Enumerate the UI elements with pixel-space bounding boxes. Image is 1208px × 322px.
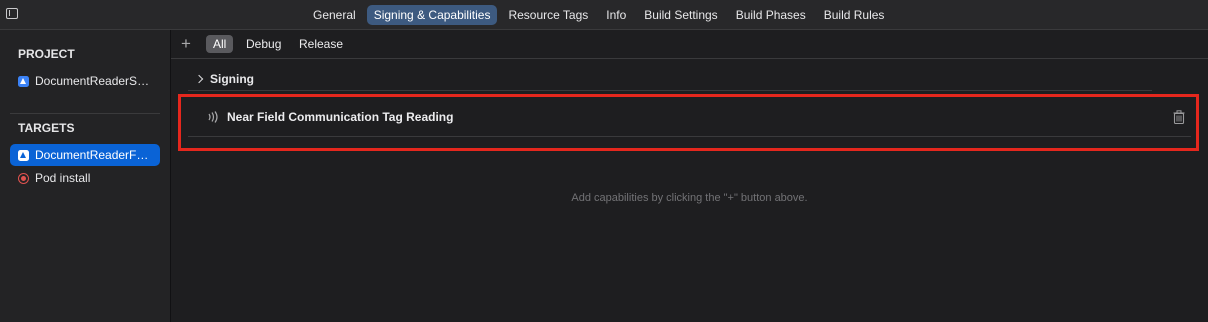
targets-section-header: TARGETS (18, 121, 75, 135)
sidebar-item-target-pod-install[interactable]: Pod install (10, 167, 160, 189)
capability-label: Near Field Communication Tag Reading (227, 110, 454, 124)
chevron-right-icon (194, 74, 204, 83)
sidebar-item-label: DocumentReaderFull... (35, 148, 155, 162)
capability-divider (188, 136, 1191, 137)
app-icon (18, 149, 29, 161)
project-section-header: PROJECT (18, 47, 75, 61)
signing-section-header[interactable]: Signing (194, 70, 254, 88)
tab-build-settings[interactable]: Build Settings (637, 5, 724, 25)
section-divider (188, 90, 1152, 91)
config-debug[interactable]: Debug (239, 35, 288, 53)
empty-capabilities-hint: Add capabilities by clicking the "+" but… (571, 192, 808, 204)
sidebar-item-label: DocumentReaderSwi... (35, 74, 155, 88)
capability-nfc-tag-reading[interactable]: Near Field Communication Tag Reading (206, 109, 453, 125)
configuration-bar: + All Debug Release (171, 30, 1208, 59)
sidebar-item-project[interactable]: DocumentReaderSwi... (10, 70, 160, 92)
config-all[interactable]: All (206, 35, 234, 53)
tab-info[interactable]: Info (599, 5, 633, 25)
config-release[interactable]: Release (292, 35, 350, 53)
sidebar-toggle-icon[interactable] (6, 8, 18, 19)
signing-label: Signing (210, 72, 254, 86)
sidebar-item-label: Pod install (35, 171, 91, 185)
tab-resource-tags[interactable]: Resource Tags (501, 5, 595, 25)
tab-build-rules[interactable]: Build Rules (817, 5, 892, 25)
sidebar-divider (10, 113, 160, 114)
sidebar-item-target-documentreaderfull[interactable]: DocumentReaderFull... (10, 144, 160, 166)
capabilities-editor: + All Debug Release Signing Near Field C… (171, 30, 1208, 322)
editor-tab-bar: General Signing & Capabilities Resource … (0, 0, 1208, 30)
tab-general[interactable]: General (306, 5, 363, 25)
editor-tabs: General Signing & Capabilities Resource … (306, 5, 891, 25)
target-icon (18, 172, 29, 184)
tab-build-phases[interactable]: Build Phases (729, 5, 813, 25)
trash-icon[interactable] (1173, 110, 1185, 125)
tab-signing-capabilities[interactable]: Signing & Capabilities (366, 5, 498, 25)
project-navigator-sidebar: PROJECT DocumentReaderSwi... TARGETS Doc… (0, 30, 171, 322)
nfc-icon (206, 111, 220, 123)
add-capability-button[interactable]: + (179, 34, 193, 54)
app-icon (18, 75, 29, 87)
